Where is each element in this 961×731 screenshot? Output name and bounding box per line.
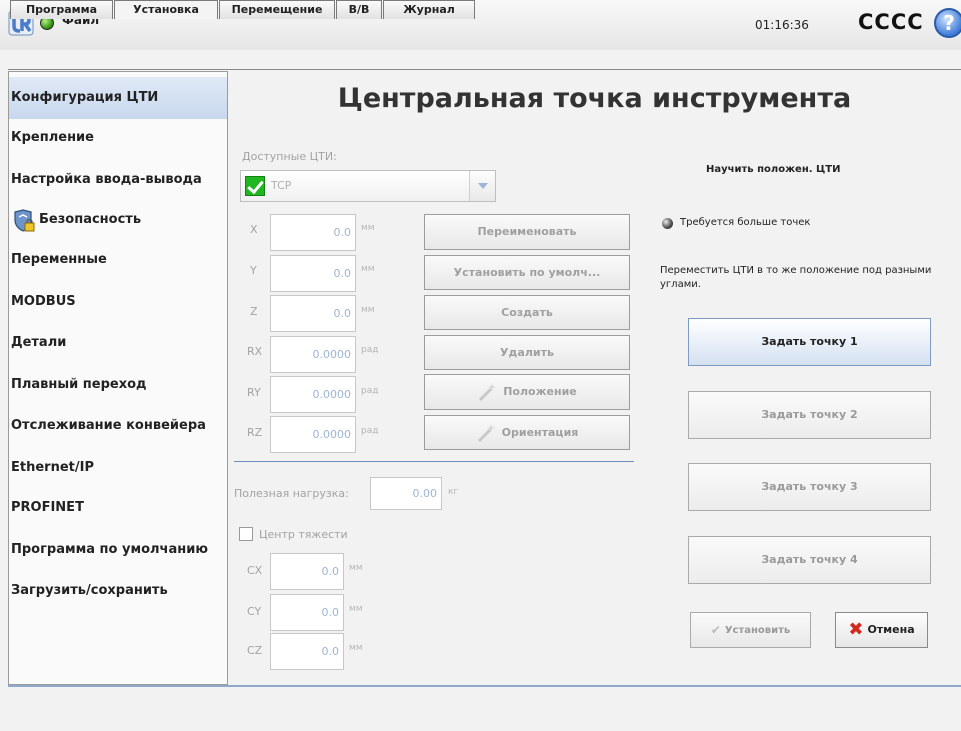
x-unit: мм — [361, 223, 375, 233]
cog-label: Центр тяжести — [259, 528, 348, 541]
clock: 01:16:36 — [755, 18, 809, 32]
cz-unit: мм — [349, 643, 363, 653]
section-divider — [234, 461, 634, 462]
x-label: X — [250, 223, 258, 236]
sidebar-item-ethernet-ip[interactable]: Ethernet/IP — [9, 447, 227, 489]
position-wizard-button[interactable]: Положение — [424, 374, 630, 410]
close-icon: ✖ — [848, 619, 864, 640]
page-title: Центральная точка инструмента — [337, 83, 852, 114]
cy-unit: мм — [349, 604, 363, 614]
y-label: Y — [250, 264, 257, 277]
y-unit: мм — [361, 264, 375, 274]
sidebar-item-features[interactable]: Детали — [9, 322, 227, 364]
teach-instruction: Переместить ЦТИ в то же положение под ра… — [660, 265, 932, 290]
sidebar-item-variables[interactable]: Переменные — [9, 239, 227, 281]
position-label: Положение — [503, 385, 577, 398]
rz-label: RZ — [247, 426, 263, 439]
tcp-select[interactable]: TCP — [240, 170, 496, 202]
check-icon: ✔ — [710, 623, 721, 637]
cx-field[interactable]: 0.0 — [270, 553, 344, 590]
rename-button[interactable]: Переименовать — [424, 214, 630, 250]
ry-unit: рад — [361, 386, 379, 396]
sidebar-item-conveyor-tracking[interactable]: Отслеживание конвейера — [9, 405, 227, 447]
sidebar: Конфигурация ЦТИ Крепление Настройка вво… — [8, 71, 228, 685]
cancel-button[interactable]: ✖ Отмена — [835, 612, 928, 648]
sidebar-item-default-program[interactable]: Программа по умолчанию — [9, 529, 227, 571]
rz-unit: рад — [361, 426, 379, 436]
delete-button[interactable]: Удалить — [424, 335, 630, 370]
tab-move[interactable]: Перемещение — [219, 0, 335, 19]
create-button[interactable]: Создать — [424, 295, 630, 330]
cz-label: CZ — [247, 644, 263, 657]
sidebar-item-modbus[interactable]: MODBUS — [9, 281, 227, 323]
y-field[interactable]: 0.0 — [270, 255, 356, 292]
sidebar-item-mounting[interactable]: Крепление — [9, 117, 227, 159]
tcp-select-value: TCP — [271, 179, 292, 192]
robot-name: CCCC — [858, 10, 924, 34]
cy-field[interactable]: 0.0 — [270, 594, 344, 631]
help-icon[interactable]: ? — [934, 8, 961, 38]
status-icon — [662, 218, 673, 229]
sidebar-item-smooth-transition[interactable]: Плавный переход — [9, 364, 227, 406]
rx-label: RX — [247, 345, 263, 358]
rx-unit: рад — [361, 345, 379, 355]
z-unit: мм — [361, 305, 375, 315]
payload-field[interactable]: 0.00 — [370, 477, 442, 510]
z-field[interactable]: 0.0 — [270, 295, 356, 332]
tab-log[interactable]: Журнал — [383, 0, 475, 19]
chevron-down-icon[interactable] — [469, 171, 495, 201]
set-point-1-button[interactable]: Задать точку 1 — [688, 318, 931, 366]
cz-field[interactable]: 0.0 — [270, 633, 344, 670]
sidebar-item-profinet[interactable]: PROFINET — [9, 487, 227, 529]
apply-button[interactable]: ✔ Установить — [690, 612, 811, 648]
rx-field[interactable]: 0.0000 — [270, 336, 356, 373]
available-tcp-label: Доступные ЦТИ: — [242, 150, 337, 163]
x-field[interactable]: 0.0 — [270, 214, 356, 251]
sidebar-item-io-setup[interactable]: Настройка ввода-вывода — [9, 159, 227, 201]
set-point-4-button[interactable]: Задать точку 4 — [688, 536, 931, 584]
shield-lock-icon — [14, 209, 35, 232]
set-point-3-button[interactable]: Задать точку 3 — [688, 463, 931, 511]
payload-unit: кг — [448, 487, 459, 497]
cx-unit: мм — [349, 563, 363, 573]
sidebar-item-label: Безопасность — [39, 212, 142, 227]
orientation-wizard-button[interactable]: Ориентация — [424, 415, 630, 450]
ry-field[interactable]: 0.0000 — [270, 376, 356, 413]
tab-program[interactable]: Программа — [10, 0, 113, 19]
sidebar-item-load-save[interactable]: Загрузить/сохранить — [9, 570, 227, 612]
rz-field[interactable]: 0.0000 — [270, 416, 356, 453]
footer-divider — [8, 685, 961, 687]
apply-label: Установить — [724, 625, 791, 636]
set-point-2-button[interactable]: Задать точку 2 — [688, 391, 931, 439]
cx-label: CX — [247, 564, 263, 577]
z-label: Z — [250, 305, 258, 318]
magic-wand-icon — [477, 424, 495, 443]
main-panel: Центральная точка инструмента Доступные … — [228, 71, 961, 685]
tab-divider — [8, 69, 961, 70]
cancel-label: Отмена — [867, 623, 915, 636]
teach-status: Требуется больше точек — [680, 217, 811, 228]
cog-checkbox[interactable] — [239, 527, 253, 541]
magic-wand-icon — [479, 383, 497, 402]
orientation-label: Ориентация — [501, 426, 579, 439]
cy-label: CY — [247, 605, 262, 618]
sidebar-item-tcp-config[interactable]: Конфигурация ЦТИ — [9, 77, 227, 119]
teach-title: Научить положен. ЦТИ — [706, 164, 841, 175]
payload-label: Полезная нагрузка: — [234, 487, 349, 500]
tab-installation[interactable]: Установка — [114, 0, 218, 19]
tcp-default-check-icon — [245, 176, 265, 196]
set-default-button[interactable]: Установить по умолч... — [424, 255, 630, 290]
sidebar-item-safety[interactable]: Безопасность — [9, 199, 227, 241]
ry-label: RY — [247, 386, 261, 399]
tab-io[interactable]: В/В — [336, 0, 382, 19]
